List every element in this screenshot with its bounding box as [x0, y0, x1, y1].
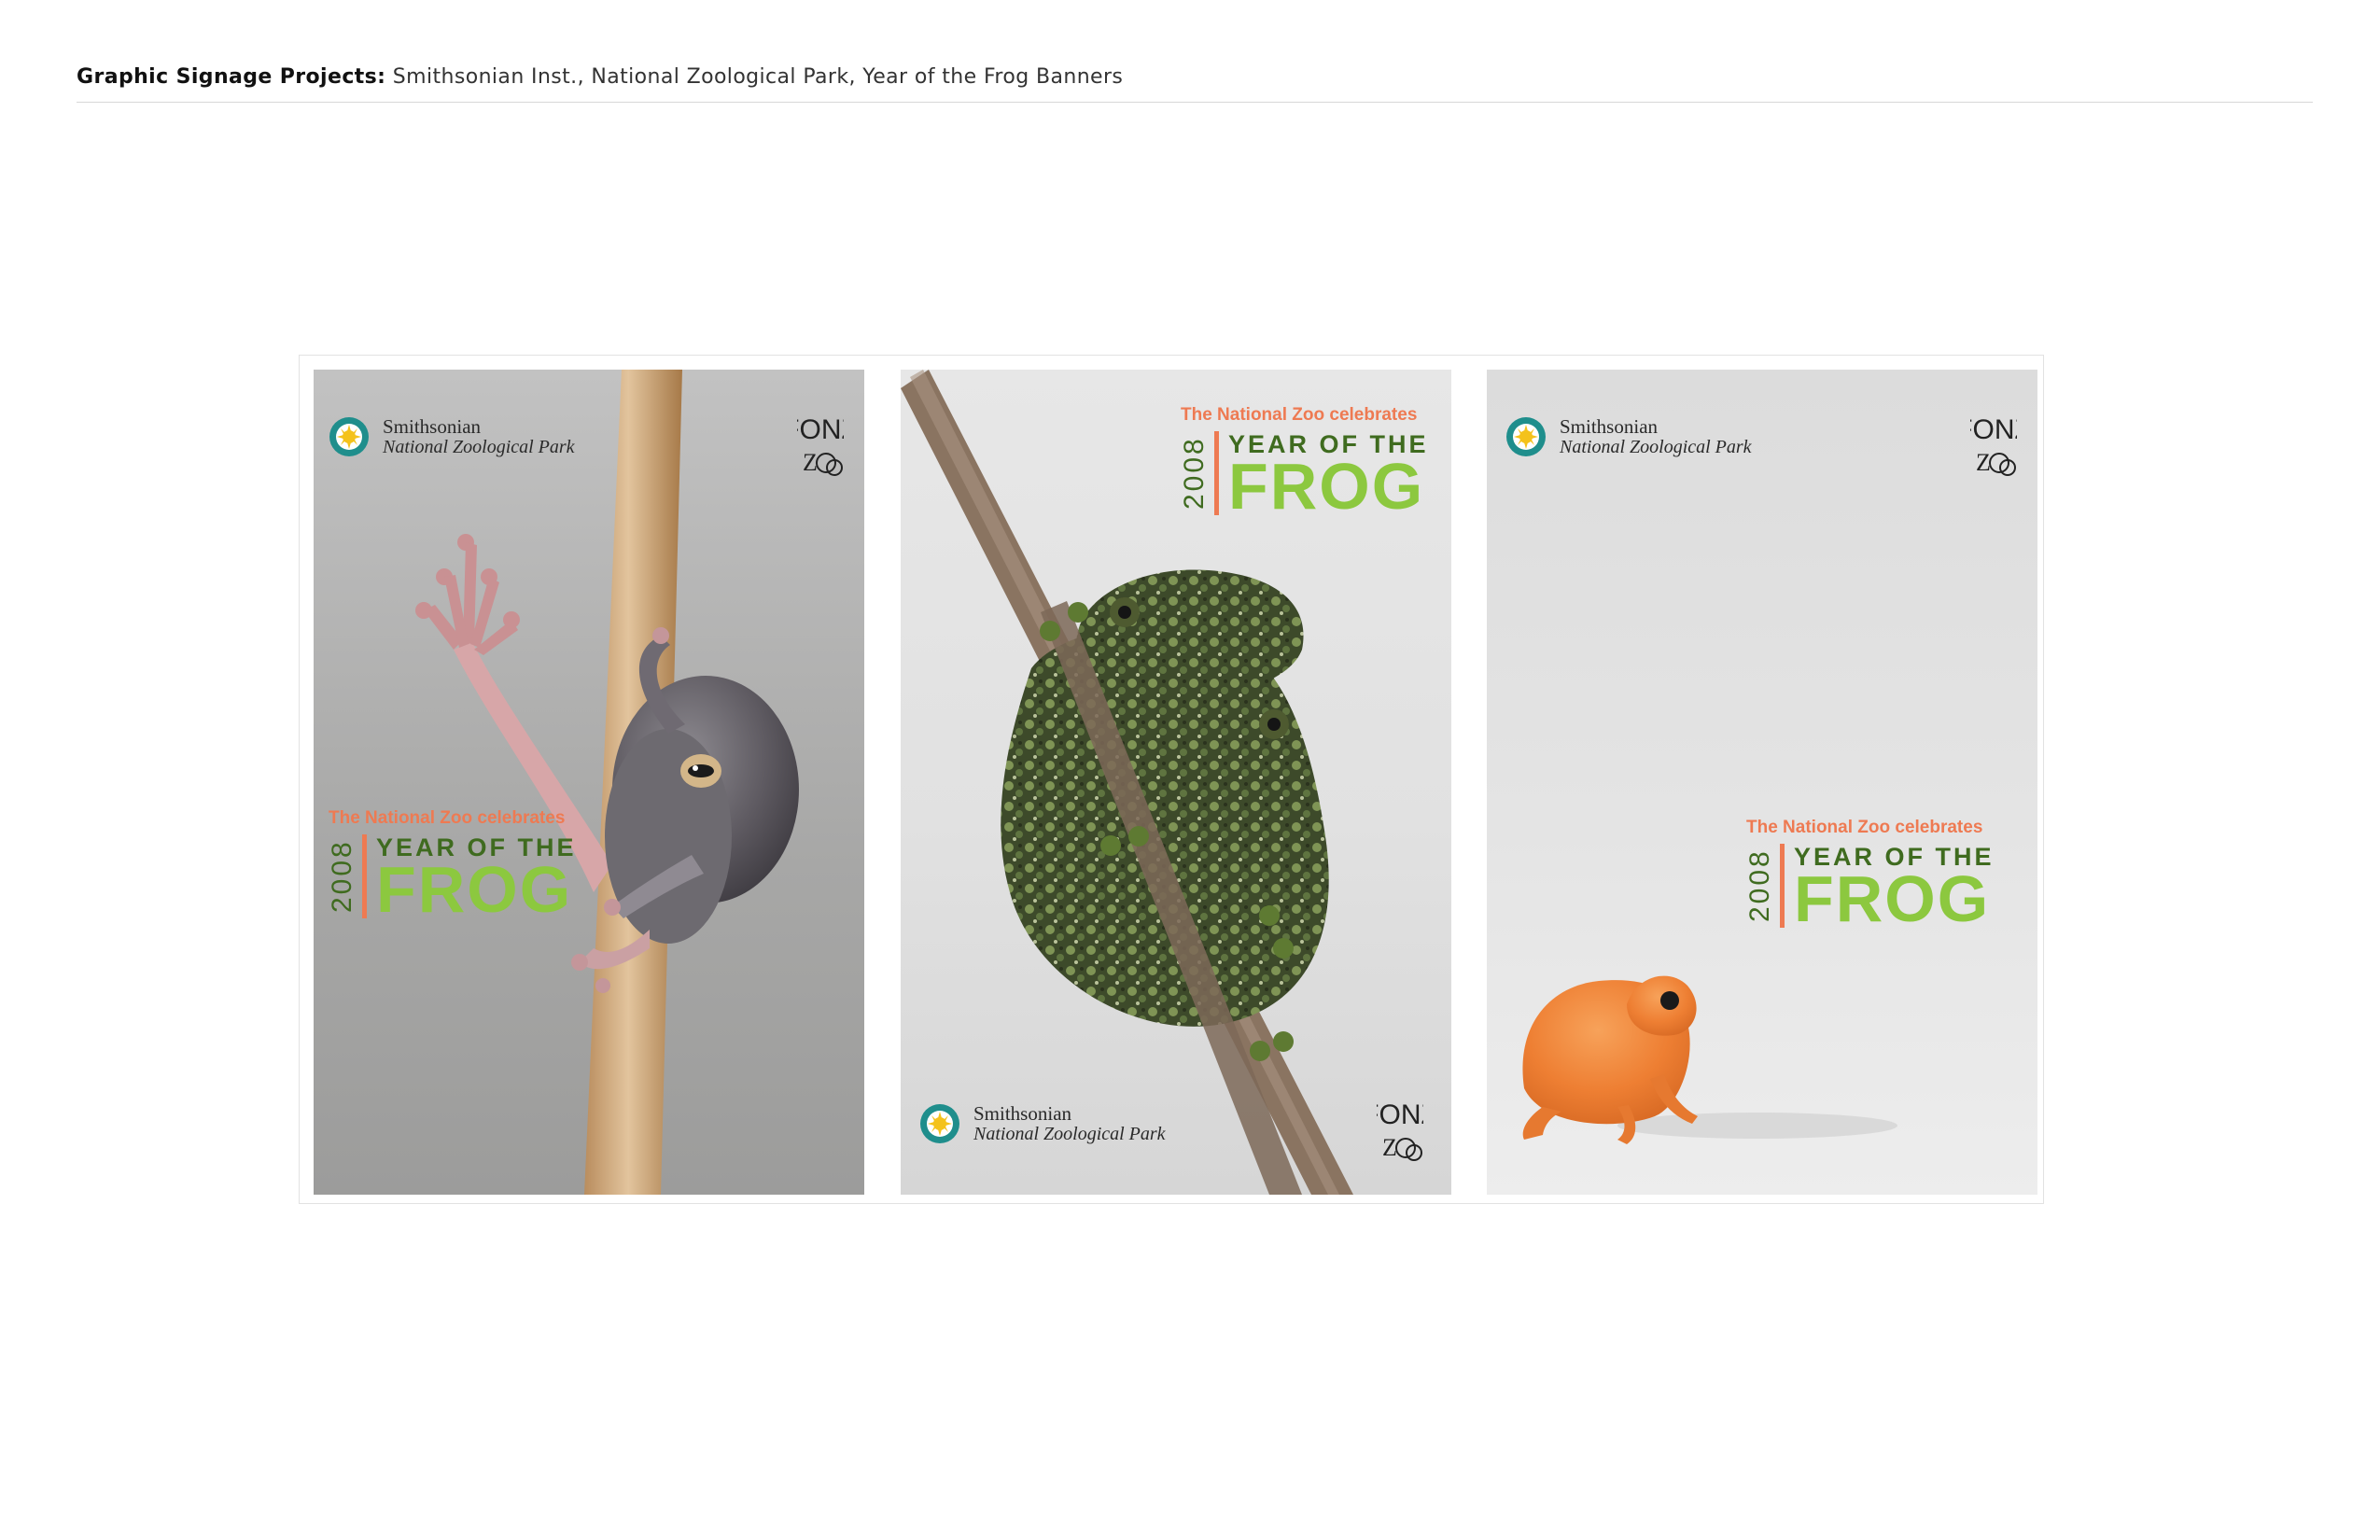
smithsonian-name: Smithsonian: [973, 1102, 1072, 1126]
fonz-text: FONZ: [1377, 1099, 1423, 1130]
park-name: National Zoological Park: [1560, 436, 1752, 457]
accent-bar: [1780, 844, 1785, 928]
frog-text: FROG: [1228, 450, 1425, 523]
svg-text:Z: Z: [1382, 1134, 1397, 1161]
smithsonian-name: Smithsonian: [383, 415, 482, 439]
white-tree-frog-illustration: [415, 370, 799, 1195]
smithsonian-sun-icon: [1506, 417, 1546, 456]
year-of-frog-lockup: The National Zoo celebrates 2008 YEAR OF…: [1744, 818, 1995, 935]
fonz-text: FONZ: [1970, 414, 2017, 445]
fonz-logo-icon: FONZ Z: [1377, 1099, 1423, 1161]
year-of-frog-lockup: The National Zoo celebrates 2008 YEAR OF…: [327, 808, 577, 926]
orange-frog-illustration: [1522, 975, 1897, 1144]
fonz-logo-icon: FONZ Z: [797, 414, 844, 476]
header-label: Graphic Signage Projects:: [77, 65, 386, 89]
smithsonian-sun-icon: [920, 1104, 959, 1143]
smithsonian-logo: Smithsonian National Zoological Park: [919, 1103, 1166, 1144]
header-description: Smithsonian Inst., National Zoological P…: [392, 65, 1124, 89]
year-of-frog-lockup: The National Zoo celebrates 2008 YEAR OF…: [1179, 405, 1429, 523]
banner-1: Smithsonian National Zoological Park FON…: [314, 370, 864, 1195]
svg-text:Z: Z: [803, 449, 818, 476]
celebrates-text: The National Zoo celebrates: [1746, 818, 1983, 837]
accent-bar: [1214, 431, 1219, 515]
smithsonian-name: Smithsonian: [1560, 415, 1659, 439]
smithsonian-sun-icon: [329, 417, 369, 456]
park-name: National Zoological Park: [973, 1123, 1166, 1144]
celebrates-text: The National Zoo celebrates: [1181, 405, 1418, 425]
accent-bar: [362, 834, 367, 918]
fonz-logo-icon: FONZ Z: [1970, 414, 2017, 476]
frog-text: FROG: [376, 853, 573, 926]
smithsonian-logo: Smithsonian National Zoological Park: [329, 416, 575, 457]
banner-3: Smithsonian National Zoological Park FON…: [1487, 370, 2037, 1195]
frog-text: FROG: [1794, 862, 1991, 935]
park-name: National Zoological Park: [383, 436, 575, 457]
celebrates-text: The National Zoo celebrates: [329, 808, 566, 828]
page-header: Graphic Signage Projects: Smithsonian In…: [77, 65, 2313, 103]
banner-2: The National Zoo celebrates 2008 YEAR OF…: [901, 370, 1451, 1195]
smithsonian-logo: Smithsonian National Zoological Park: [1505, 416, 1752, 457]
year-text: 2008: [327, 839, 357, 914]
year-text: 2008: [1744, 848, 1775, 923]
fonz-text: FONZ: [797, 414, 844, 445]
year-text: 2008: [1179, 436, 1210, 511]
svg-text:Z: Z: [1976, 449, 1991, 476]
